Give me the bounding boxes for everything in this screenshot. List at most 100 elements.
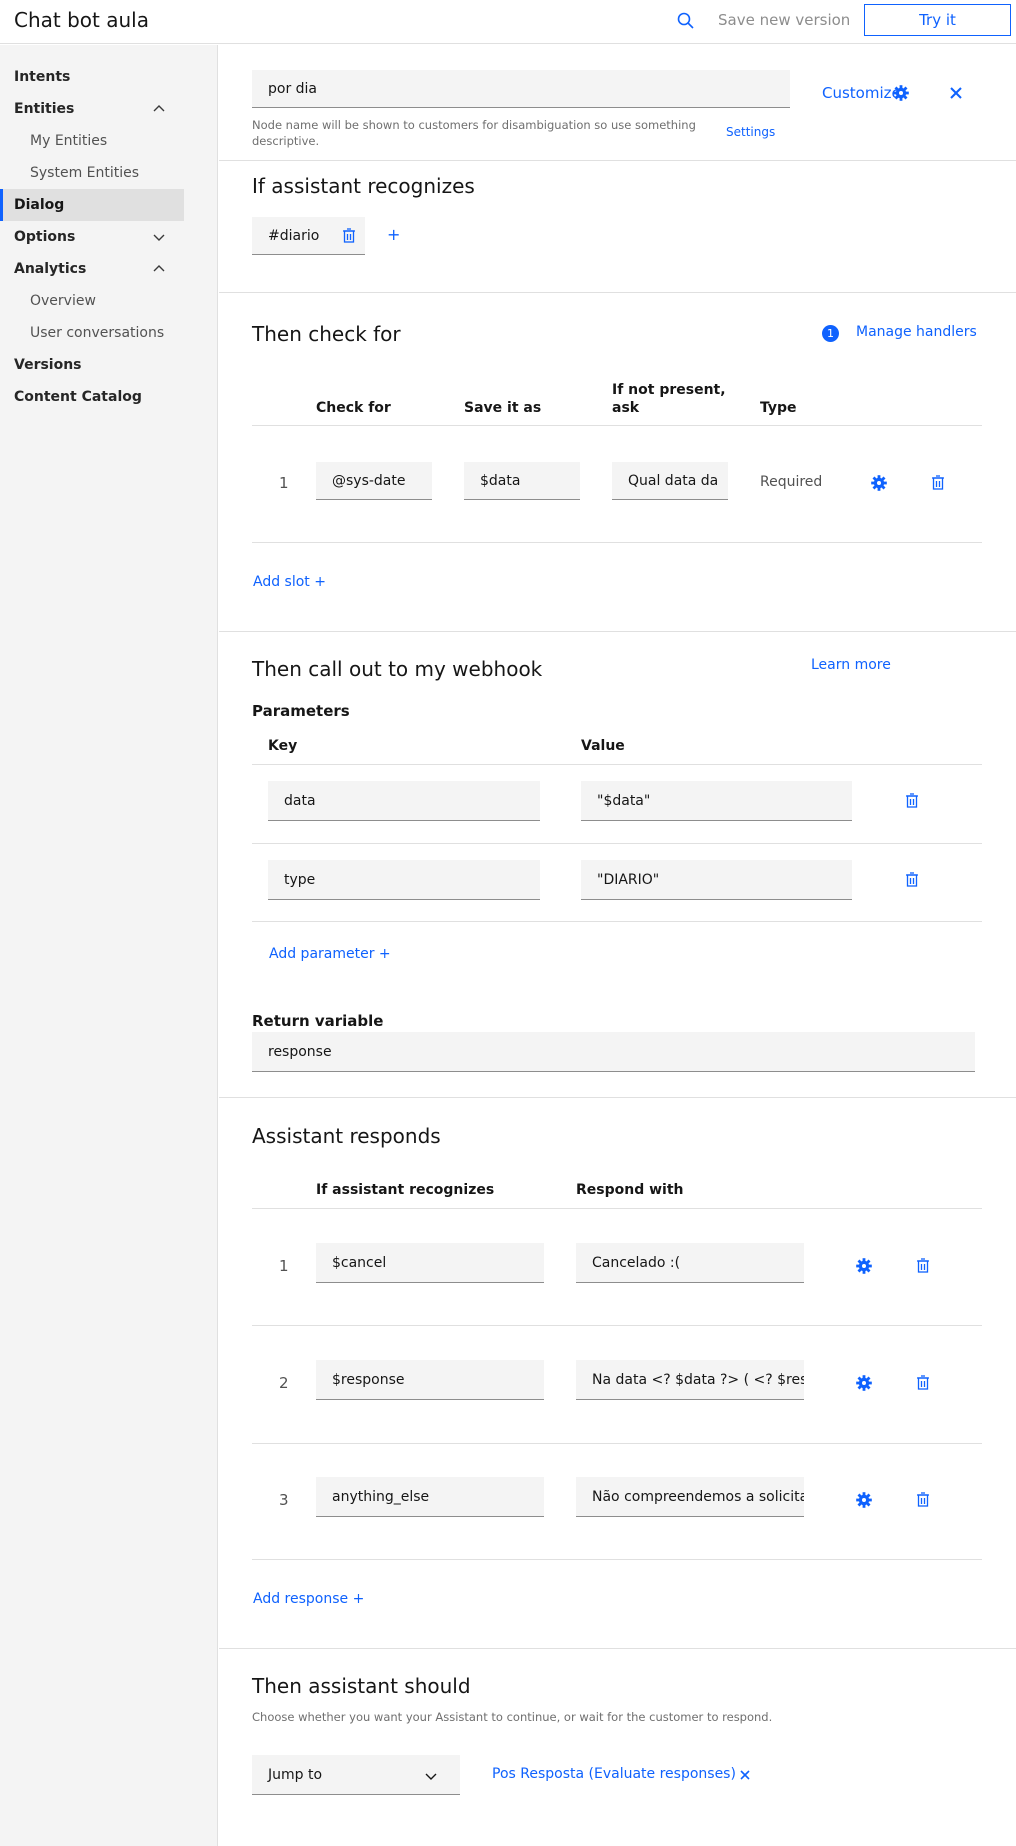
add-response-button[interactable]: Add response + bbox=[253, 1591, 364, 1607]
sidebar-item-options[interactable]: Options bbox=[0, 221, 184, 253]
divider bbox=[219, 1648, 1016, 1649]
sidebar-item-overview[interactable]: Overview bbox=[0, 285, 184, 317]
slot-check-for-input[interactable]: @sys-date bbox=[316, 462, 432, 500]
response-condition-input[interactable]: anything_else bbox=[316, 1477, 544, 1517]
sidebar-item-label: Dialog bbox=[14, 197, 65, 213]
sidebar-item-dialog[interactable]: Dialog bbox=[0, 189, 184, 221]
save-new-version-button[interactable]: Save new version bbox=[718, 11, 850, 29]
sidebar-item-analytics[interactable]: Analytics bbox=[0, 253, 184, 285]
learn-more-link[interactable]: Learn more bbox=[811, 657, 891, 673]
trash-icon[interactable] bbox=[914, 1257, 932, 1275]
col-ask: ask bbox=[612, 400, 640, 416]
sidebar-item-intents[interactable]: Intents bbox=[0, 61, 184, 93]
gear-icon[interactable] bbox=[855, 1257, 873, 1275]
row-divider bbox=[252, 1208, 982, 1209]
add-condition-button[interactable]: + bbox=[387, 225, 400, 244]
sidebar-item-my-entities[interactable]: My Entities bbox=[0, 125, 184, 157]
param-key-input[interactable]: data bbox=[268, 781, 540, 821]
param-key-input[interactable]: type bbox=[268, 860, 540, 900]
gear-icon[interactable] bbox=[892, 84, 910, 102]
sidebar-item-versions[interactable]: Versions bbox=[0, 349, 184, 381]
col-recognizes: If assistant recognizes bbox=[316, 1182, 495, 1198]
sidebar-item-label: Versions bbox=[14, 357, 82, 373]
param-value-input[interactable]: "DIARIO" bbox=[581, 860, 852, 900]
add-parameter-button[interactable]: Add parameter + bbox=[269, 946, 391, 962]
top-bar: Chat bot aula Save new version Try it bbox=[0, 0, 1016, 44]
sidebar-item-label: User conversations bbox=[30, 325, 165, 341]
chevron-up-icon[interactable] bbox=[152, 262, 166, 276]
should-helper: Choose whether you want your Assistant t… bbox=[252, 1710, 773, 1724]
col-save-as: Save it as bbox=[464, 400, 542, 416]
chevron-down-icon[interactable] bbox=[152, 230, 166, 244]
chevron-up-icon[interactable] bbox=[152, 102, 166, 116]
search-icon[interactable] bbox=[676, 11, 696, 31]
trash-icon[interactable] bbox=[914, 1491, 932, 1509]
responds-title: Assistant responds bbox=[252, 1124, 441, 1148]
condition-text: #diario bbox=[268, 227, 320, 244]
sidebar-item-label: Entities bbox=[14, 101, 75, 117]
sidebar: Intents Entities My Entities System Enti… bbox=[0, 45, 218, 1846]
action-select[interactable]: Jump to bbox=[252, 1755, 460, 1795]
sidebar-item-system-entities[interactable]: System Entities bbox=[0, 157, 184, 189]
node-name-input[interactable]: por dia bbox=[252, 70, 790, 108]
trash-icon[interactable] bbox=[929, 474, 947, 492]
try-it-button[interactable]: Try it bbox=[864, 4, 1011, 36]
sidebar-item-label: Intents bbox=[14, 69, 71, 85]
app-title: Chat bot aula bbox=[14, 8, 149, 32]
response-text-input[interactable]: Cancelado :( bbox=[576, 1243, 804, 1283]
sidebar-item-label: Content Catalog bbox=[14, 389, 142, 405]
row-divider bbox=[252, 764, 982, 765]
row-divider bbox=[252, 1443, 982, 1444]
gear-icon[interactable] bbox=[870, 474, 888, 492]
slot-save-as-input[interactable]: $data bbox=[464, 462, 580, 500]
gear-icon[interactable] bbox=[855, 1374, 873, 1392]
trash-icon[interactable] bbox=[903, 871, 921, 889]
divider bbox=[219, 631, 1016, 632]
jump-target-link[interactable]: Pos Resposta (Evaluate responses) bbox=[492, 1766, 736, 1782]
sidebar-item-content-catalog[interactable]: Content Catalog bbox=[0, 381, 184, 413]
sidebar-item-user-conversations[interactable]: User conversations bbox=[0, 317, 184, 349]
return-variable-label: Return variable bbox=[252, 1012, 384, 1030]
response-index: 2 bbox=[279, 1374, 289, 1392]
return-variable-input[interactable]: response bbox=[252, 1032, 975, 1072]
close-icon[interactable] bbox=[739, 1769, 751, 1781]
trash-icon[interactable] bbox=[914, 1374, 932, 1392]
param-value-input[interactable]: "$data" bbox=[581, 781, 852, 821]
response-condition-input[interactable]: $response bbox=[316, 1360, 544, 1400]
col-type: Type bbox=[760, 400, 797, 416]
sidebar-item-entities[interactable]: Entities bbox=[0, 93, 184, 125]
row-divider bbox=[252, 1559, 982, 1560]
sidebar-item-label: Analytics bbox=[14, 261, 87, 277]
response-index: 1 bbox=[279, 1257, 289, 1275]
response-text-input[interactable]: Na data <? $data ?> ( <? $response bbox=[576, 1360, 804, 1400]
action-select-value: Jump to bbox=[268, 1766, 323, 1783]
trash-icon[interactable] bbox=[340, 227, 358, 245]
col-key: Key bbox=[268, 738, 298, 754]
response-index: 3 bbox=[279, 1491, 289, 1509]
parameters-label: Parameters bbox=[252, 702, 350, 720]
row-divider bbox=[252, 542, 982, 543]
webhook-title: Then call out to my webhook bbox=[252, 657, 543, 681]
sidebar-item-label: Options bbox=[14, 229, 76, 245]
sidebar-item-label: Overview bbox=[30, 293, 96, 309]
add-slot-label: Add slot bbox=[253, 574, 310, 590]
add-parameter-label: Add parameter bbox=[269, 946, 375, 962]
col-check-for: Check for bbox=[316, 400, 391, 416]
response-condition-input[interactable]: $cancel bbox=[316, 1243, 544, 1283]
col-respond-with: Respond with bbox=[576, 1182, 684, 1198]
slot-ask-input[interactable]: Qual data da bbox=[612, 462, 728, 500]
close-icon[interactable] bbox=[948, 85, 964, 101]
customize-button[interactable]: Customize bbox=[822, 84, 901, 102]
gear-icon[interactable] bbox=[855, 1491, 873, 1509]
add-slot-button[interactable]: Add slot + bbox=[253, 574, 326, 590]
slot-index: 1 bbox=[279, 474, 289, 492]
handlers-count-badge: 1 bbox=[822, 325, 839, 342]
check-title: Then check for bbox=[252, 322, 401, 346]
row-divider bbox=[252, 425, 982, 426]
trash-icon[interactable] bbox=[903, 792, 921, 810]
settings-link[interactable]: Settings bbox=[726, 125, 775, 139]
response-text-input[interactable]: Não compreendemos a solicitação bbox=[576, 1477, 804, 1517]
chevron-down-icon bbox=[425, 1773, 437, 1780]
sidebar-item-label: My Entities bbox=[30, 133, 108, 149]
manage-handlers-link[interactable]: Manage handlers bbox=[856, 324, 977, 340]
